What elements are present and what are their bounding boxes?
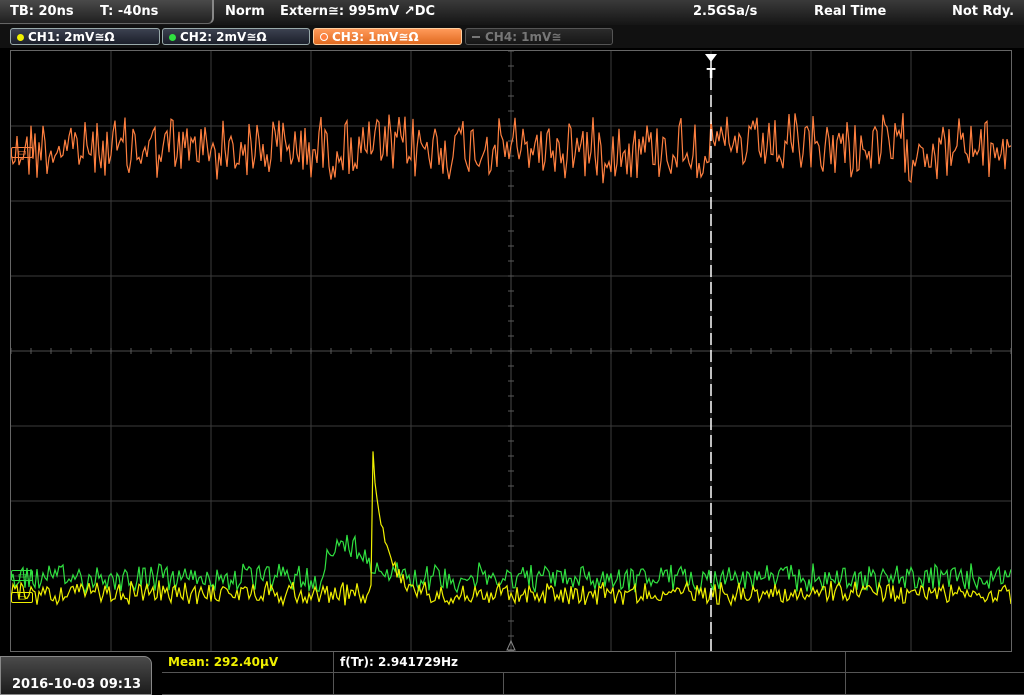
- measurement-cell-empty[interactable]: [504, 673, 676, 695]
- channel-tab-ch1[interactable]: CH1: 2mV≅Ω: [10, 28, 160, 45]
- ch2-indicator-icon: [169, 34, 176, 41]
- measurement-cell-empty[interactable]: [846, 673, 1024, 695]
- channel-tab-ch3[interactable]: CH3: 1mV≅Ω: [313, 28, 462, 45]
- channel-label: CH3: 1mV≅Ω: [332, 30, 419, 44]
- sample-rate-label[interactable]: 2.5GSa/s: [693, 4, 757, 19]
- trigger-mode-label[interactable]: Norm: [225, 4, 265, 19]
- acquisition-mode-label[interactable]: Real Time: [814, 4, 886, 19]
- trigger-arrow-icon[interactable]: [705, 54, 717, 62]
- frequency-measurement: f(Tr): 2.941729Hz: [340, 655, 458, 669]
- trigger-source-label[interactable]: Extern≅: 995mV ↗DC: [280, 4, 435, 19]
- datetime-label: 2016-10-03 09:13: [12, 677, 142, 692]
- status-bar: TB: 20ns T: -40ns Norm Extern≅: 995mV ↗D…: [0, 0, 1024, 25]
- channel-tab-ch2[interactable]: CH2: 2mV≅Ω: [162, 28, 310, 45]
- bottom-bar: 2016-10-03 09:13 Mean: 292.40µV f(Tr): 2…: [0, 652, 1024, 695]
- channel-label: CH4: 1mV≅: [485, 30, 562, 44]
- waveform-plot[interactable]: T: [11, 51, 1011, 651]
- measurement-cell-empty[interactable]: [676, 652, 846, 673]
- mean-measurement: Mean: 292.40µV: [168, 655, 279, 669]
- acquisition-status-label: Not Rdy.: [952, 4, 1015, 19]
- datetime-box: 2016-10-03 09:13: [0, 656, 152, 695]
- trigger-time-label[interactable]: T: -40ns: [100, 4, 158, 19]
- measurement-cell-freq[interactable]: f(Tr): 2.941729Hz: [334, 652, 676, 673]
- channel-label: CH2: 2mV≅Ω: [180, 30, 267, 44]
- measurement-table[interactable]: Mean: 292.40µV f(Tr): 2.941729Hz: [162, 652, 1024, 695]
- trigger-marker-label: T: [707, 67, 716, 82]
- ch3-offset-marker[interactable]: ▭: [11, 147, 33, 158]
- measurement-cell-empty[interactable]: [846, 652, 1024, 673]
- ch1-offset-marker[interactable]: ▭: [11, 592, 33, 603]
- timebase-box[interactable]: TB: 20ns T: -40ns: [0, 0, 214, 24]
- measurement-cell-empty[interactable]: [162, 673, 334, 695]
- measurement-cell-empty[interactable]: [676, 673, 846, 695]
- channel-bar: CH1: 2mV≅Ω CH2: 2mV≅Ω CH3: 1mV≅Ω CH4: 1m…: [0, 25, 1024, 48]
- ch4-indicator-icon: [472, 36, 480, 38]
- measurement-cell-empty[interactable]: [334, 673, 504, 695]
- ch1-indicator-icon: [17, 34, 24, 41]
- ch3-indicator-icon: [320, 33, 328, 41]
- ch2-offset-marker[interactable]: ▭: [11, 570, 33, 581]
- measurement-cell-mean[interactable]: Mean: 292.40µV: [162, 652, 334, 673]
- channel-tab-ch4[interactable]: CH4: 1mV≅: [465, 28, 613, 45]
- timebase-label[interactable]: TB: 20ns: [10, 4, 74, 19]
- channel-label: CH1: 2mV≅Ω: [28, 30, 115, 44]
